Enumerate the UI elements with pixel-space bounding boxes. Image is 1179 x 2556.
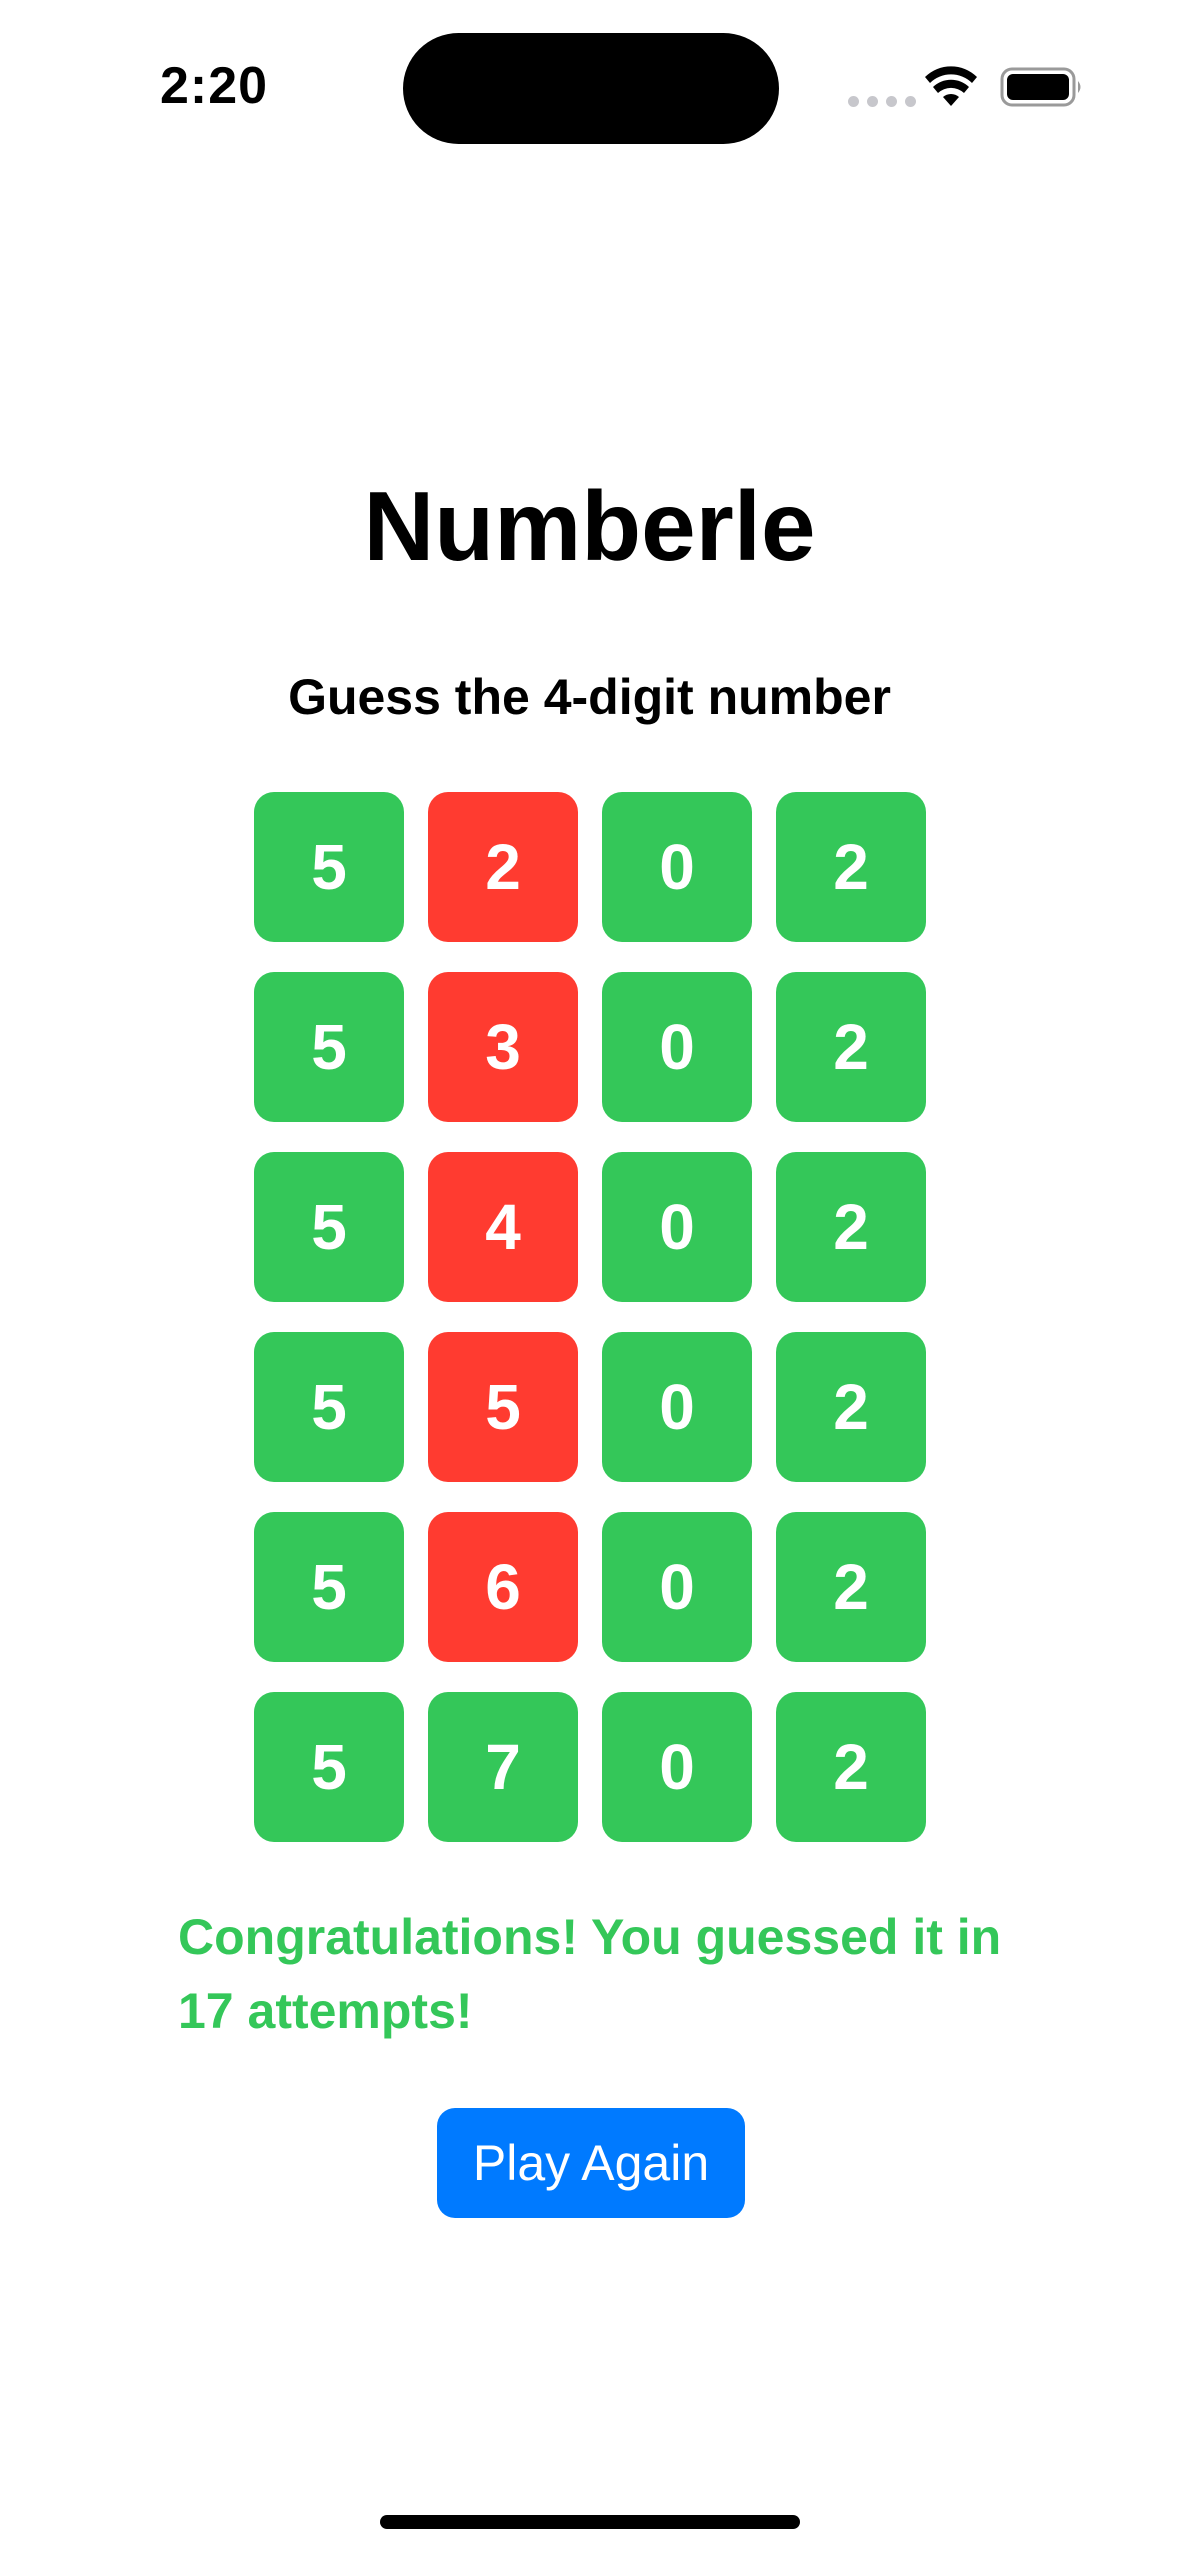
digit-tile-correct: 0: [602, 1692, 752, 1842]
digit-tile-correct: 2: [776, 1512, 926, 1662]
digit-tile-correct: 2: [776, 1332, 926, 1482]
digit-tile-correct: 0: [602, 1512, 752, 1662]
instructions-text: Guess the 4-digit number: [288, 669, 891, 725]
success-message: Congratulations! You guessed it in 17 at…: [178, 1909, 1002, 2039]
guess-row: 5702: [254, 1692, 926, 1842]
digit-tile-correct: 5: [254, 972, 404, 1122]
wifi-icon: [925, 66, 977, 106]
page-title: Numberle: [363, 471, 816, 581]
signal-dots-icon: [848, 96, 916, 107]
digit-tile-correct: 0: [602, 1152, 752, 1302]
digit-tile-correct: 5: [254, 792, 404, 942]
digit-tile-correct: 2: [776, 792, 926, 942]
digit-tile-correct: 5: [254, 1692, 404, 1842]
digit-tile-wrong: 5: [428, 1332, 578, 1482]
guess-grid: 520253025402550256025702: [254, 792, 926, 1872]
digit-tile-wrong: 3: [428, 972, 578, 1122]
guess-row: 5602: [254, 1512, 926, 1662]
battery-icon: [1000, 67, 1081, 107]
digit-tile-correct: 7: [428, 1692, 578, 1842]
digit-tile-wrong: 2: [428, 792, 578, 942]
digit-tile-correct: 5: [254, 1152, 404, 1302]
digit-tile-correct: 5: [254, 1512, 404, 1662]
guess-row: 5302: [254, 972, 926, 1122]
digit-tile-wrong: 4: [428, 1152, 578, 1302]
dynamic-island: [403, 33, 779, 144]
home-indicator: [380, 2515, 800, 2529]
guess-row: 5402: [254, 1152, 926, 1302]
digit-tile-correct: 5: [254, 1332, 404, 1482]
digit-tile-correct: 0: [602, 1332, 752, 1482]
digit-tile-correct: 2: [776, 1692, 926, 1842]
guess-row: 5502: [254, 1332, 926, 1482]
digit-tile-correct: 2: [776, 972, 926, 1122]
guess-row: 5202: [254, 792, 926, 942]
digit-tile-correct: 2: [776, 1152, 926, 1302]
status-time: 2:20: [160, 57, 269, 115]
digit-tile-wrong: 6: [428, 1512, 578, 1662]
play-again-button[interactable]: Play Again: [437, 2108, 745, 2218]
digit-tile-correct: 0: [602, 972, 752, 1122]
digit-tile-correct: 0: [602, 792, 752, 942]
